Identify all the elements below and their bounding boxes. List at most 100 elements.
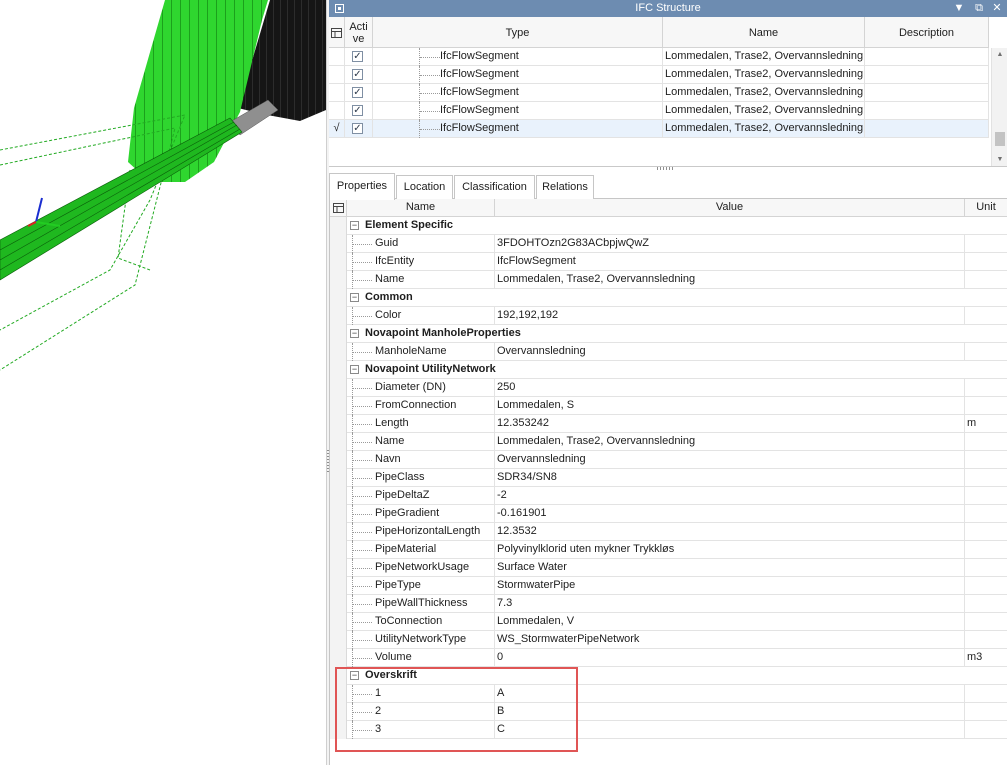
table-row[interactable]: ✓ IfcFlowSegment Lommedalen, Trase2, Over… — [329, 84, 989, 102]
row-gutter — [330, 649, 347, 667]
properties-grid[interactable]: Name Value Unit − Element Specific Guid 3FD… — [329, 199, 1007, 765]
property-row[interactable]: PipeClass SDR34/SN8 — [330, 469, 1007, 487]
row-gutter — [330, 703, 347, 721]
close-icon[interactable]: ✕ — [989, 1, 1005, 16]
row-gutter — [330, 361, 347, 379]
property-value: Polyvinylklorid uten mykner Trykkløs — [495, 541, 965, 559]
tab-classification[interactable]: Classification — [454, 175, 535, 200]
column-header-active[interactable]: Acti ve — [345, 17, 373, 48]
tree-connector — [352, 451, 374, 469]
float-icon[interactable]: ⧉ — [971, 1, 987, 16]
row-gutter — [330, 397, 347, 415]
property-row[interactable]: FromConnection Lommedalen, S — [330, 397, 1007, 415]
column-header-prop-value[interactable]: Value — [495, 199, 965, 217]
property-row[interactable]: ToConnection Lommedalen, V — [330, 613, 1007, 631]
scroll-down-icon[interactable]: ▼ — [992, 153, 1007, 166]
property-row[interactable]: PipeNetworkUsage Surface Water — [330, 559, 1007, 577]
scroll-up-icon[interactable]: ▲ — [992, 48, 1007, 62]
row-gutter — [330, 685, 347, 703]
active-cell: ✓ — [345, 48, 373, 66]
tab-relations[interactable]: Relations — [536, 175, 594, 200]
active-checkbox[interactable]: ✓ — [352, 69, 363, 80]
property-row[interactable]: IfcEntity IfcFlowSegment — [330, 253, 1007, 271]
collapse-icon[interactable]: − — [350, 671, 359, 680]
property-row[interactable]: Color 192,192,192 — [330, 307, 1007, 325]
property-row[interactable]: 3C — [330, 721, 1007, 739]
property-row[interactable]: Length 12.353242 m — [330, 415, 1007, 433]
active-checkbox[interactable]: ✓ — [352, 123, 363, 134]
dropdown-arrow-icon[interactable]: ▼ — [951, 1, 967, 16]
tab-location[interactable]: Location — [396, 175, 453, 200]
column-header-prop-unit[interactable]: Unit — [965, 199, 1007, 217]
row-gutter — [330, 631, 347, 649]
property-name: 3 — [373, 721, 495, 739]
collapse-icon[interactable]: − — [350, 293, 359, 302]
type-label: IfcFlowSegment — [440, 50, 519, 62]
row-gutter — [330, 613, 347, 631]
property-value: StormwaterPipe — [495, 577, 965, 595]
property-value: Lommedalen, Trase2, Overvannsledning — [495, 271, 965, 289]
row-gutter — [330, 469, 347, 487]
tree-connector — [352, 649, 374, 667]
scroll-thumb[interactable] — [995, 132, 1005, 146]
property-row[interactable]: PipeType StormwaterPipe — [330, 577, 1007, 595]
table-row[interactable]: √ ✓ IfcFlowSegment Lommedalen, Trase2, Ove… — [329, 120, 989, 138]
tree-connector — [352, 631, 374, 649]
property-row[interactable]: 2B — [330, 703, 1007, 721]
property-value: B — [495, 703, 965, 721]
tree-connector — [352, 379, 374, 397]
property-group-row[interactable]: − Novapoint ManholeProperties — [330, 325, 1007, 343]
property-group-row[interactable]: − Element Specific — [330, 217, 1007, 235]
property-row[interactable]: Diameter (DN) 250 — [330, 379, 1007, 397]
property-row[interactable]: UtilityNetworkType WS_StormwaterPipeNetwo… — [330, 631, 1007, 649]
structure-scrollbar[interactable]: ▲ ▼ — [991, 48, 1007, 166]
column-chooser-icon[interactable] — [330, 199, 347, 217]
property-unit — [965, 523, 1007, 541]
horizontal-splitter-grip-icon[interactable] — [657, 167, 673, 170]
row-gutter — [330, 289, 347, 307]
property-group-row[interactable]: − Common — [330, 289, 1007, 307]
property-row[interactable]: PipeMaterial Polyvinylklorid uten mykner … — [330, 541, 1007, 559]
property-group-row[interactable]: − Overskrift — [330, 667, 1007, 685]
ifc-structure-grid[interactable]: Acti ve Type Name Description ✓ IfcFlowS… — [329, 17, 1007, 167]
property-unit — [965, 451, 1007, 469]
property-row[interactable]: Guid 3FDOHTOzn2G83ACbpjwQwZ — [330, 235, 1007, 253]
collapse-icon[interactable]: − — [350, 365, 359, 374]
property-row[interactable]: 1A — [330, 685, 1007, 703]
property-row[interactable]: Name Lommedalen, Trase2, Overvannsledning — [330, 433, 1007, 451]
active-checkbox[interactable]: ✓ — [352, 87, 363, 98]
active-checkbox[interactable]: ✓ — [352, 105, 363, 116]
property-unit — [965, 307, 1007, 325]
collapse-icon[interactable]: − — [350, 221, 359, 230]
property-row[interactable]: Name Lommedalen, Trase2, Overvannsledning — [330, 271, 1007, 289]
property-row[interactable]: Navn Overvannsledning — [330, 451, 1007, 469]
table-row[interactable]: ✓ IfcFlowSegment Lommedalen, Trase2, Over… — [329, 66, 989, 84]
property-row[interactable]: ManholeName Overvannsledning — [330, 343, 1007, 361]
property-group-row[interactable]: − Novapoint UtilityNetwork — [330, 361, 1007, 379]
column-header-type[interactable]: Type — [373, 17, 663, 48]
row-gutter — [330, 433, 347, 451]
collapse-icon[interactable]: − — [350, 329, 359, 338]
type-label: IfcFlowSegment — [440, 86, 519, 98]
property-value: 3FDOHTOzn2G83ACbpjwQwZ — [495, 235, 965, 253]
column-header-prop-name[interactable]: Name — [347, 199, 495, 217]
table-row[interactable]: ✓ IfcFlowSegment Lommedalen, Trase2, Over… — [329, 102, 989, 120]
column-header-description[interactable]: Description — [865, 17, 989, 48]
property-row[interactable]: Volume 0 m3 — [330, 649, 1007, 667]
property-row[interactable]: PipeHorizontalLength 12.3532 — [330, 523, 1007, 541]
property-unit — [965, 235, 1007, 253]
property-row[interactable]: PipeGradient -0.161901 — [330, 505, 1007, 523]
property-name: PipeClass — [373, 469, 495, 487]
3d-viewport[interactable] — [0, 0, 326, 765]
tree-connector — [352, 343, 374, 361]
column-header-name[interactable]: Name — [663, 17, 865, 48]
active-checkbox[interactable]: ✓ — [352, 51, 363, 62]
property-row[interactable]: PipeDeltaZ -2 — [330, 487, 1007, 505]
column-chooser-icon[interactable] — [329, 17, 345, 48]
table-row[interactable]: ✓ IfcFlowSegment Lommedalen, Trase2, Over… — [329, 48, 989, 66]
panel-title: IFC Structure — [635, 2, 701, 14]
tree-connector — [352, 271, 374, 289]
panel-titlebar: IFC Structure ▼ ⧉ ✕ — [329, 0, 1007, 17]
tab-properties[interactable]: Properties — [329, 173, 395, 200]
property-row[interactable]: PipeWallThickness 7.3 — [330, 595, 1007, 613]
